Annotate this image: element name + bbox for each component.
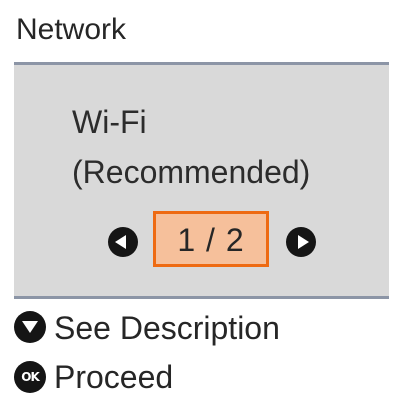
right-arrow-glyph: [298, 235, 309, 249]
down-arrow-glyph: [22, 321, 38, 333]
see-description-label: See Description: [54, 310, 280, 346]
option-title: Wi-Fi: [72, 104, 147, 140]
left-arrow-icon[interactable]: [108, 227, 138, 257]
proceed-label: Proceed: [54, 359, 174, 395]
network-option-panel[interactable]: Wi-Fi (Recommended) 1 / 2: [14, 65, 389, 299]
down-icon: [14, 311, 46, 343]
right-arrow-icon[interactable]: [286, 227, 316, 257]
option-subtitle: (Recommended): [72, 154, 311, 190]
proceed-action[interactable]: OK Proceed: [14, 353, 389, 401]
screen-title: Network: [16, 13, 127, 46]
see-description-action[interactable]: See Description: [14, 304, 389, 352]
page-navigator: 1 / 2: [108, 211, 316, 273]
page-indicator-text: 1 / 2: [177, 222, 245, 258]
ok-icon: OK: [14, 361, 46, 393]
left-arrow-glyph: [115, 235, 126, 249]
page-indicator: 1 / 2: [153, 211, 269, 267]
screen-header: Network: [14, 0, 389, 65]
printer-lcd-screen: Network Wi-Fi (Recommended) 1 / 2 See De…: [0, 0, 403, 402]
